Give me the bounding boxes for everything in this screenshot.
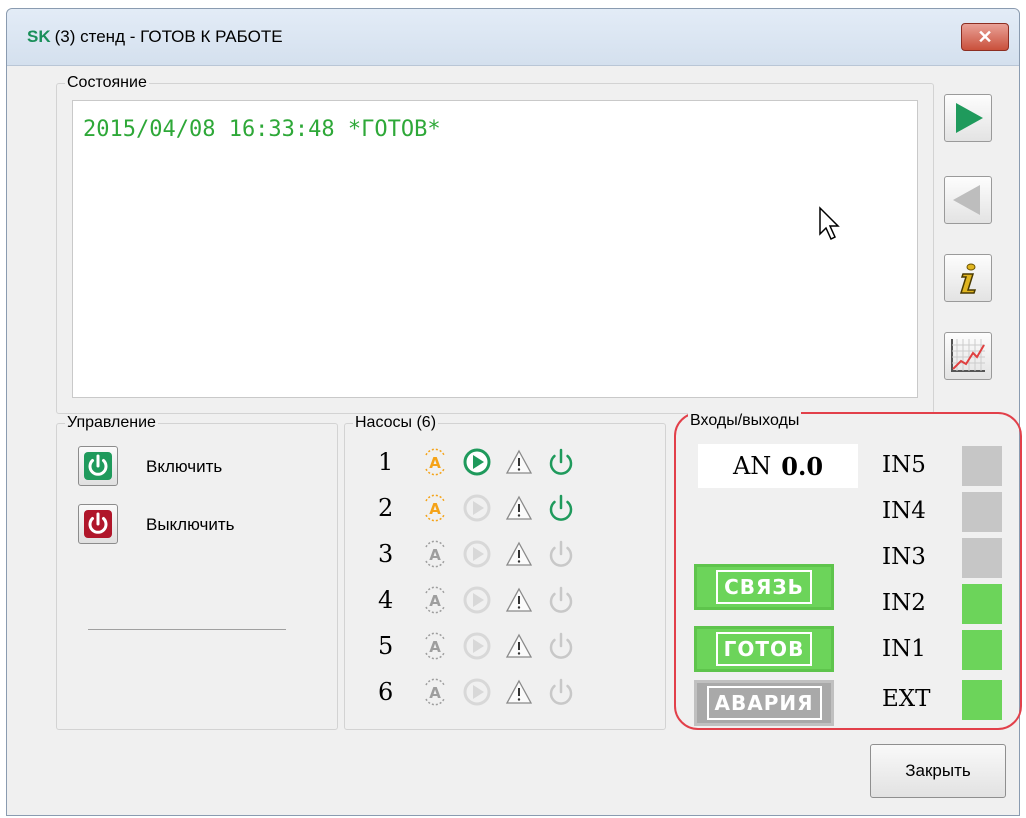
svg-text:A: A: [429, 592, 441, 610]
auto-mode-icon[interactable]: A: [414, 676, 456, 708]
pump-number: 5: [378, 632, 394, 660]
pump-power-icon[interactable]: [540, 584, 582, 616]
pump-alarm-icon: [498, 630, 540, 662]
window-close-button[interactable]: ✕: [961, 23, 1009, 51]
svg-text:A: A: [429, 684, 441, 702]
io-input-indicator: [962, 538, 1002, 578]
mouse-cursor-icon: [819, 206, 840, 241]
play-left-icon: [953, 185, 980, 215]
svg-text:A: A: [429, 500, 441, 518]
pump-row: 6A: [378, 674, 582, 710]
brand-logo: SK: [27, 27, 51, 46]
power-off-button[interactable]: [78, 504, 118, 544]
status-badge-label: АВАРИЯ: [706, 686, 822, 720]
svg-text:A: A: [429, 454, 441, 472]
pump-number: 2: [378, 494, 394, 522]
io-input-indicator: [962, 492, 1002, 532]
pump-power-icon[interactable]: [540, 676, 582, 708]
power-on-button[interactable]: [78, 446, 118, 486]
pump-run-icon[interactable]: [456, 676, 498, 708]
status-badge: ГОТОВ: [694, 626, 834, 672]
pump-alarm-icon: [498, 492, 540, 524]
power-off-icon: [84, 510, 112, 538]
power-on-label: Включить: [146, 457, 223, 476]
pump-row: 4A: [378, 582, 582, 618]
status-badge: АВАРИЯ: [694, 680, 834, 726]
pump-run-icon[interactable]: [456, 446, 498, 478]
pump-power-icon[interactable]: [540, 630, 582, 662]
status-log[interactable]: 2015/04/08 16:33:48 *ГОТОВ*: [72, 100, 918, 398]
window-title-text: (3) стенд - ГОТОВ К РАБОТЕ: [54, 27, 283, 46]
power-on-icon: [84, 452, 112, 480]
auto-mode-icon[interactable]: A: [414, 492, 456, 524]
status-legend: Состояние: [67, 74, 147, 91]
control-separator: [88, 629, 286, 630]
io-input-label: IN5: [882, 452, 926, 478]
close-icon: ✕: [977, 27, 993, 47]
pump-row: 2A: [378, 490, 582, 526]
io-input-indicator: [962, 584, 1002, 624]
pump-alarm-icon: [498, 446, 540, 478]
auto-mode-icon[interactable]: A: [414, 584, 456, 616]
pump-power-icon[interactable]: [540, 446, 582, 478]
status-text: 2015/04/08 16:33:48 *ГОТОВ*: [83, 117, 441, 142]
pump-run-icon[interactable]: [456, 492, 498, 524]
io-input-indicator: [962, 446, 1002, 486]
start-button[interactable]: [944, 94, 992, 142]
pump-alarm-icon: [498, 584, 540, 616]
io-input-indicator: [962, 630, 1002, 670]
chart-icon: [951, 339, 985, 372]
window-title: SK (3) стенд - ГОТОВ К РАБОТЕ: [27, 27, 283, 47]
pump-number: 4: [378, 586, 394, 614]
pump-row: 5A: [378, 628, 582, 664]
control-legend: Управление: [67, 414, 156, 431]
io-input-label: IN2: [882, 590, 926, 616]
close-button[interactable]: Закрыть: [870, 744, 1006, 798]
auto-mode-icon[interactable]: A: [414, 538, 456, 570]
io-legend: Входы/выходы: [688, 412, 802, 430]
svg-text:A: A: [429, 546, 441, 564]
status-badge-label: ГОТОВ: [715, 632, 813, 666]
power-off-label: Выключить: [146, 515, 235, 534]
pump-alarm-icon: [498, 538, 540, 570]
pump-number: 3: [378, 540, 394, 568]
pump-number: 1: [378, 448, 394, 476]
pump-power-icon[interactable]: [540, 492, 582, 524]
chart-button[interactable]: [944, 332, 992, 380]
pump-row: 1A: [378, 444, 582, 480]
io-input-label: IN4: [882, 498, 926, 524]
analog-readout: AN 0.0: [698, 444, 858, 488]
status-badge: СВЯЗЬ: [694, 564, 834, 610]
status-badge-label: СВЯЗЬ: [716, 570, 812, 604]
pumps-legend: Насосы (6): [355, 414, 437, 431]
close-button-label: Закрыть: [905, 761, 971, 780]
io-input-indicator: [962, 680, 1002, 720]
info-icon: [959, 263, 977, 294]
play-right-icon: [956, 103, 983, 133]
title-bar: SK (3) стенд - ГОТОВ К РАБОТЕ ✕: [7, 9, 1019, 66]
svg-text:A: A: [429, 638, 441, 656]
info-button[interactable]: [944, 254, 992, 302]
io-input-label: EXT: [882, 686, 931, 712]
pump-row: 3A: [378, 536, 582, 572]
analog-value: 0.0: [781, 451, 824, 481]
auto-mode-icon[interactable]: A: [414, 630, 456, 662]
io-input-label: IN1: [882, 636, 926, 662]
pump-run-icon[interactable]: [456, 584, 498, 616]
pump-number: 6: [378, 678, 394, 706]
io-input-label: IN3: [882, 544, 926, 570]
back-button[interactable]: [944, 176, 992, 224]
pump-run-icon[interactable]: [456, 538, 498, 570]
pump-alarm-icon: [498, 676, 540, 708]
analog-label: AN: [732, 452, 772, 480]
pump-run-icon[interactable]: [456, 630, 498, 662]
auto-mode-icon[interactable]: A: [414, 446, 456, 478]
pump-power-icon[interactable]: [540, 538, 582, 570]
